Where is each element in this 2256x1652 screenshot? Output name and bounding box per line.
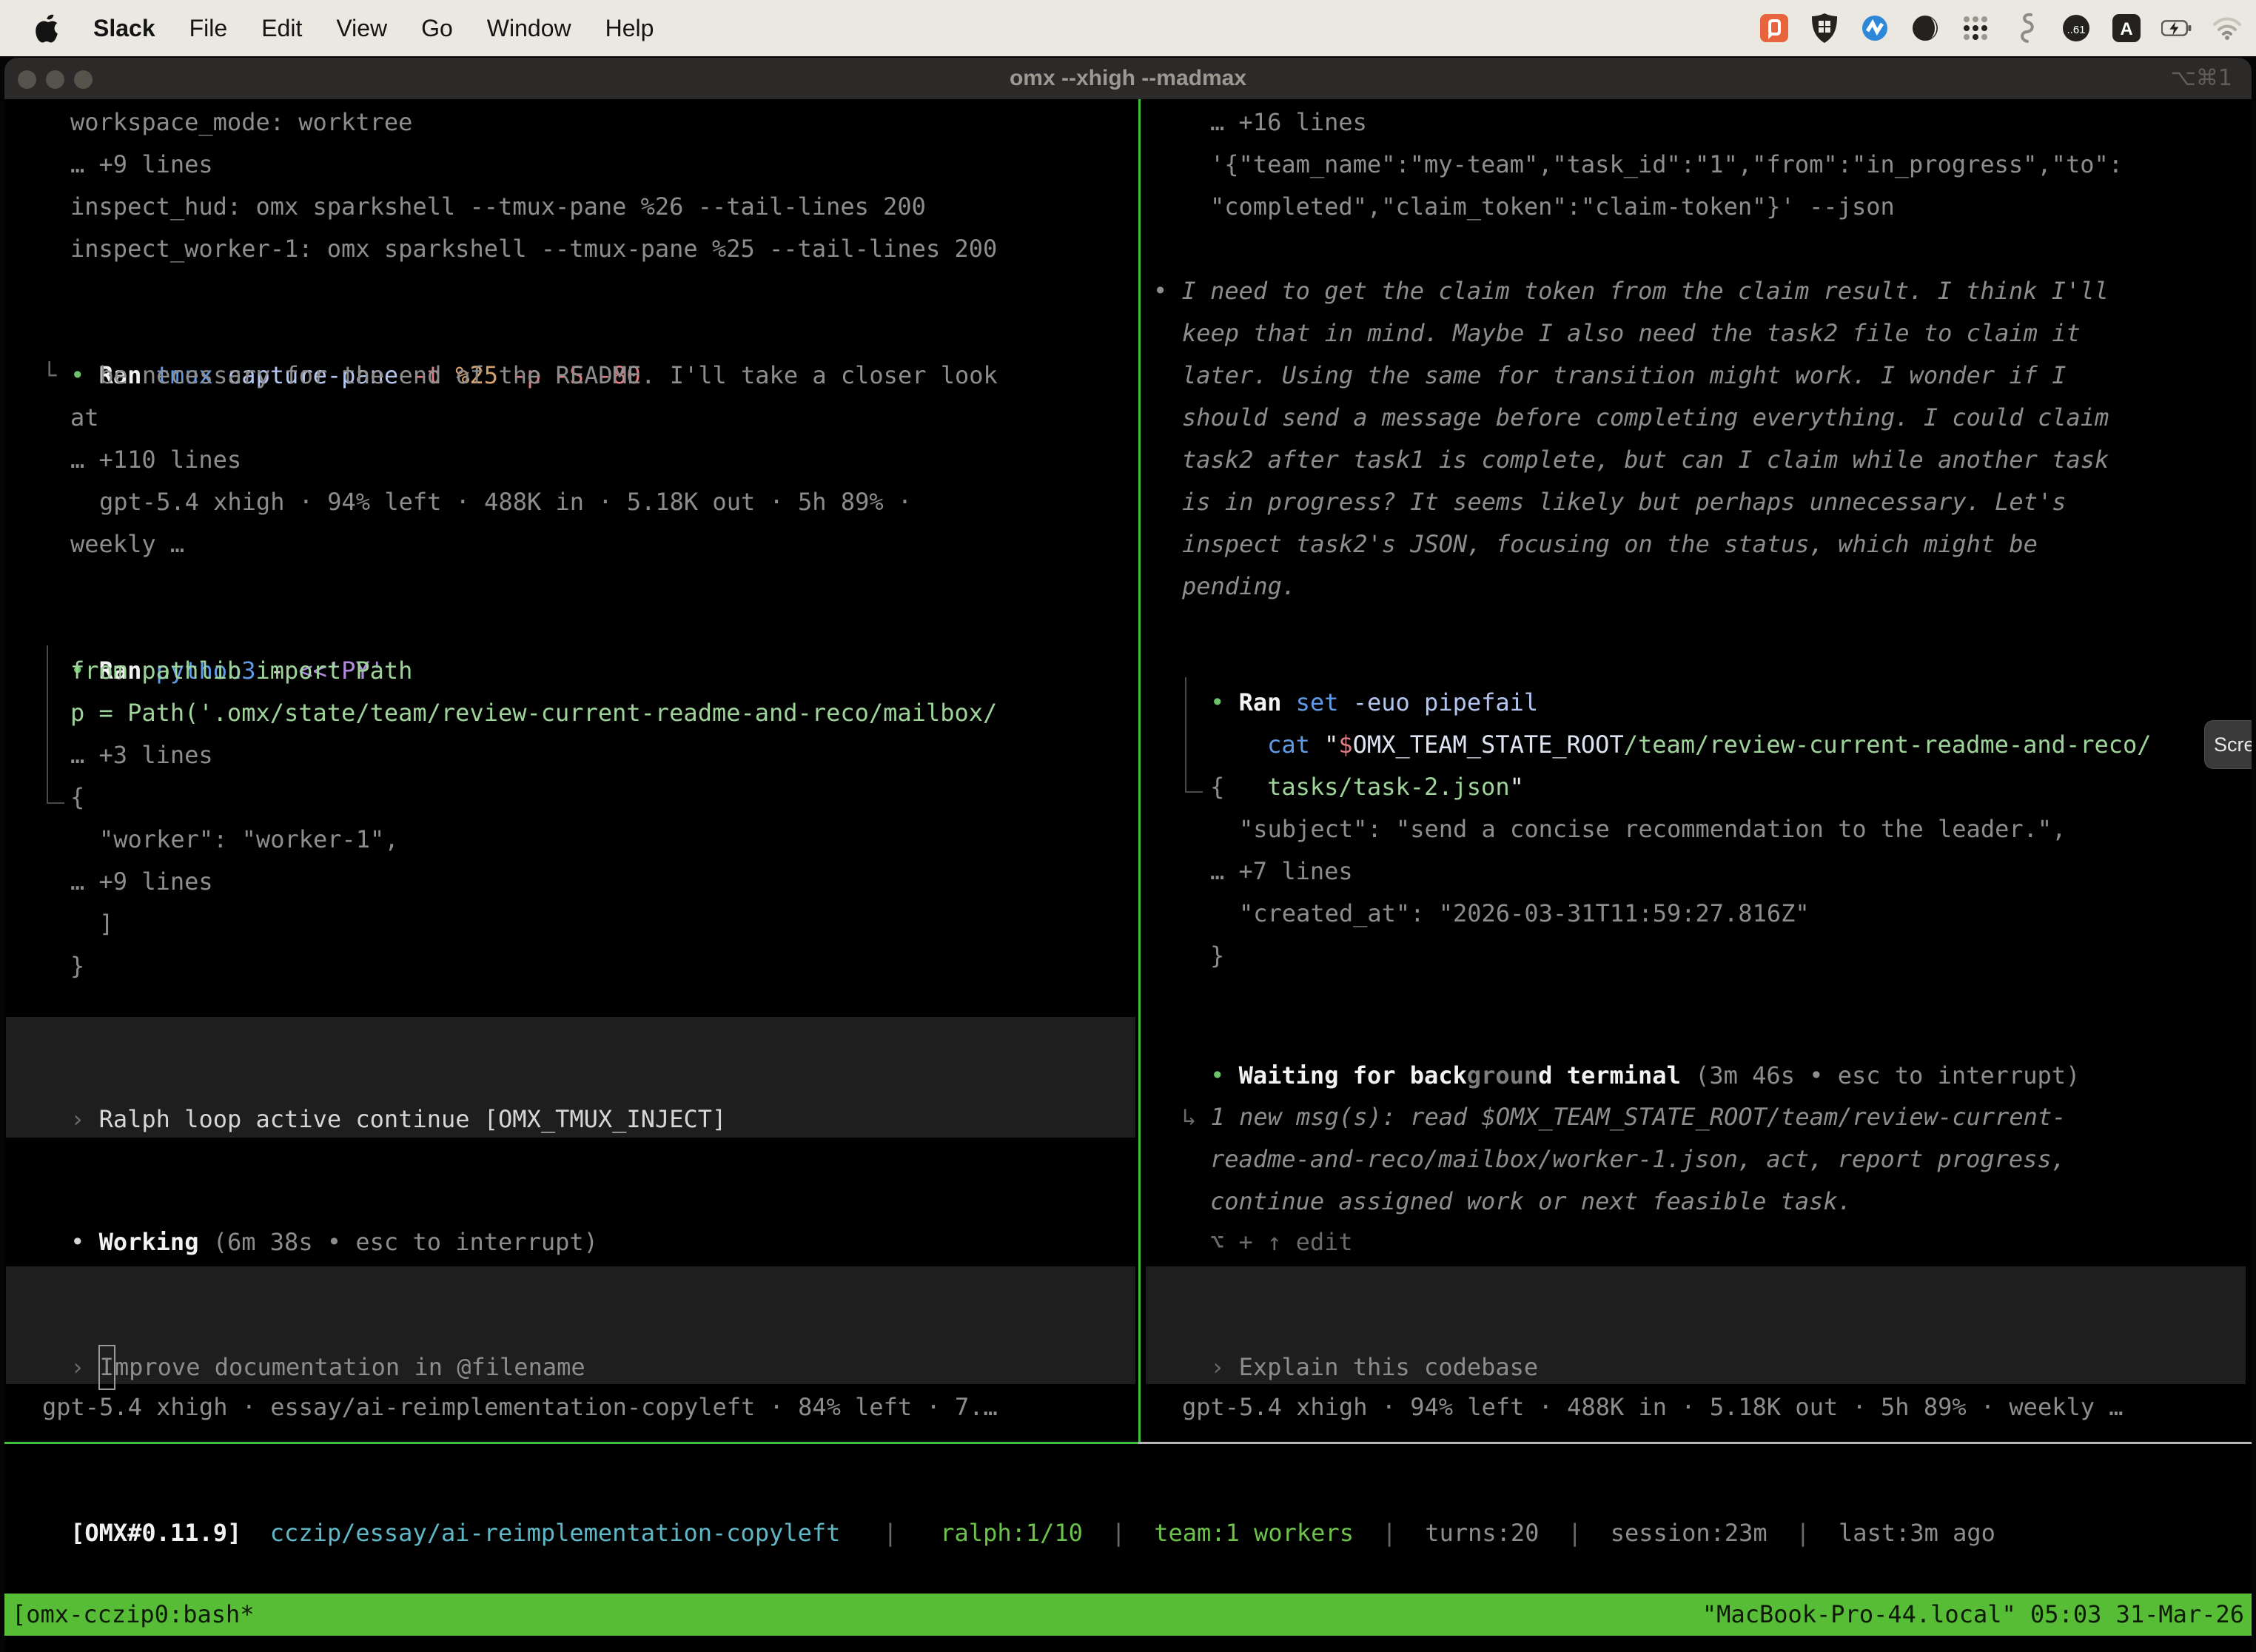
bullet-icon: • bbox=[1153, 277, 1182, 305]
output-line: { bbox=[1210, 766, 1224, 808]
menu-window[interactable]: Window bbox=[487, 15, 571, 42]
dot-grid-icon[interactable] bbox=[1960, 12, 1991, 44]
text-cursor: I bbox=[98, 1345, 115, 1390]
output-line: "created_at": "2026-03-31T11:59:27.816Z" bbox=[1239, 893, 1810, 935]
thinking-line: keep that in mind. Maybe I also need the… bbox=[1182, 312, 2081, 355]
macos-menu-bar: Slack File Edit View Go Window Help bbox=[0, 0, 2256, 56]
omx-session-time: session:23m bbox=[1611, 1519, 1767, 1547]
omx-project: cczip/essay/ai-reimplementation-copyleft bbox=[270, 1519, 841, 1547]
code-line: p = Path('.omx/state/team/review-current… bbox=[70, 692, 997, 734]
tmux-pane-border-bottom-left bbox=[4, 1442, 1138, 1444]
battery-percent-text: ..61 bbox=[2067, 24, 2085, 36]
collapsed-lines-indicator[interactable]: … +7 lines bbox=[1210, 850, 1353, 893]
battery-percent-badge[interactable]: ..61 bbox=[2061, 12, 2092, 44]
mailbox-note-line: readme-and-reco/mailbox/worker-1.json, a… bbox=[1210, 1138, 2066, 1181]
output-line: at bbox=[70, 397, 99, 439]
input-source-a-icon[interactable]: A bbox=[2111, 12, 2142, 44]
prompt-placeholder-left[interactable]: › Improve documentation in @filename bbox=[13, 1304, 585, 1346]
messaging-badge-icon[interactable] bbox=[1859, 12, 1890, 44]
command-line: • Ran python3 - <<'PY' bbox=[13, 608, 384, 650]
battery-charging-icon[interactable] bbox=[2161, 12, 2192, 44]
omx-status-line: [OMX#0.11.9] cczip/essay/ai-reimplementa… bbox=[13, 1470, 1995, 1512]
command-line: • Ran tmux capture-pane -t %25 -p -S -80 bbox=[13, 312, 641, 355]
output-line: { bbox=[70, 776, 84, 819]
thinking-line: pending. bbox=[1182, 565, 1296, 608]
prompt-chevron-icon: › bbox=[70, 1353, 99, 1381]
squiggle-icon[interactable] bbox=[2010, 12, 2041, 44]
bullet-icon: • bbox=[70, 1228, 99, 1256]
output-line: '{"team_name":"my-team","task_id":"1","f… bbox=[1210, 144, 2123, 186]
thinking-line: later. Using the same for transition mig… bbox=[1182, 355, 2066, 397]
prompt-chevron-icon: › bbox=[1210, 1353, 1239, 1381]
collapsed-lines-indicator[interactable]: … +16 lines bbox=[1210, 101, 1367, 144]
code-line: tasks/task-2.json" bbox=[1210, 724, 1524, 766]
ralph-notice-line: › Ralph loop active continue [OMX_TMUX_I… bbox=[13, 1056, 726, 1098]
command-line: • Ran set -euo pipefail bbox=[1153, 639, 1538, 682]
menu-view[interactable]: View bbox=[336, 15, 387, 42]
tmux-status-bar: [omx-cczip0:bash* "MacBook-Pro-44.local"… bbox=[4, 1594, 2252, 1636]
window-title-bar: omx --xhigh --madmax ⌥⌘1 bbox=[4, 58, 2252, 99]
output-line: gpt-5.4 xhigh · 94% left · 488K in · 5.1… bbox=[99, 481, 912, 523]
screen: Slack File Edit View Go Window Help bbox=[0, 0, 2256, 1652]
code-line: from pathlib import Path bbox=[70, 650, 412, 692]
window-shortcut-hint: ⌥⌘1 bbox=[2170, 58, 2232, 99]
omx-version: [OMX#0.11.9] bbox=[70, 1519, 241, 1547]
wifi-icon[interactable] bbox=[2212, 12, 2243, 44]
mailbox-note-line: continue assigned work or next feasible … bbox=[1210, 1181, 1852, 1223]
code-line: cat "$OMX_TEAM_STATE_ROOT/team/review-cu… bbox=[1210, 682, 2152, 724]
tmux-window-label[interactable]: [omx-cczip0:bash* bbox=[12, 1594, 255, 1636]
output-line: inspect_worker-1: omx sparkshell --tmux-… bbox=[70, 228, 997, 270]
window-title: omx --xhigh --madmax bbox=[4, 58, 2252, 99]
thinking-line: inspect task2's JSON, focusing on the st… bbox=[1182, 523, 2038, 565]
collapsed-lines-indicator[interactable]: … +3 lines bbox=[70, 734, 213, 776]
output-line: inspect_hud: omx sparkshell --tmux-pane … bbox=[70, 186, 926, 228]
output-line: } bbox=[70, 945, 84, 987]
menu-app-name[interactable]: Slack bbox=[93, 15, 155, 42]
thinking-line: task2 after task1 is complete, but can I… bbox=[1182, 439, 2109, 481]
menu-bar-status-tray: ..61 A bbox=[1759, 12, 2243, 44]
output-line: ] bbox=[99, 903, 113, 945]
output-line: "subject": "send a concise recommendatio… bbox=[1239, 808, 2066, 850]
mailbox-note-line: ↳ 1 new msg(s): read $OMX_TEAM_STATE_ROO… bbox=[1182, 1096, 2066, 1138]
collapsed-lines-indicator[interactable]: … +9 lines bbox=[70, 144, 213, 186]
omx-last-activity: last:3m ago bbox=[1839, 1519, 1995, 1547]
arrow-down-right-icon: ↳ bbox=[1182, 1103, 1211, 1131]
output-line: └ be necessary for the end of the README… bbox=[42, 355, 998, 397]
thinking-line: is in progress? It seems likely but perh… bbox=[1182, 481, 2066, 523]
menu-go[interactable]: Go bbox=[421, 15, 453, 42]
collapsed-lines-indicator[interactable]: … +9 lines bbox=[70, 861, 213, 903]
output-line: "completed","claim_token":"claim-token"}… bbox=[1210, 186, 1895, 228]
shield-grid-icon[interactable] bbox=[1809, 12, 1840, 44]
output-line: workspace_mode: worktree bbox=[70, 101, 412, 144]
thinking-line: • I need to get the claim token from the… bbox=[1153, 270, 2109, 312]
corner-connector-icon: └ bbox=[42, 361, 99, 389]
menu-help[interactable]: Help bbox=[605, 15, 654, 42]
bullet-icon: • bbox=[1210, 1061, 1239, 1089]
prompt-placeholder-right[interactable]: › Explain this codebase bbox=[1153, 1304, 1538, 1346]
chevron-icon: › bbox=[70, 1105, 99, 1133]
tmux-pane-border-bottom-right bbox=[1138, 1442, 2252, 1444]
pie-circle-icon[interactable] bbox=[1910, 12, 1941, 44]
apple-menu-icon[interactable] bbox=[33, 13, 59, 44]
screen-record-icon[interactable] bbox=[1759, 12, 1790, 44]
svg-text:A: A bbox=[2120, 19, 2132, 39]
output-line: weekly … bbox=[70, 523, 184, 565]
menu-file[interactable]: File bbox=[189, 15, 228, 42]
edit-shortcut-hint: ⌥ + ↑ edit bbox=[1210, 1221, 1353, 1263]
output-line: "worker": "worker-1", bbox=[99, 819, 399, 861]
output-line: } bbox=[1210, 935, 1224, 977]
tmux-pane-divider-vertical[interactable] bbox=[1138, 99, 1141, 1442]
collapsed-lines-indicator[interactable]: … +110 lines bbox=[70, 439, 241, 481]
model-status-line-left: gpt-5.4 xhigh · essay/ai-reimplementatio… bbox=[42, 1386, 998, 1428]
tmux-host-clock: "MacBook-Pro-44.local" 05:03 31-Mar-26 bbox=[1702, 1594, 2244, 1636]
screenshot-toast[interactable]: Scre bbox=[2204, 720, 2252, 769]
waiting-status-line: • Waiting for background terminal (3m 46… bbox=[1153, 1013, 2080, 1055]
working-status-line: • Working (6m 38s • esc to interrupt) bbox=[13, 1179, 598, 1221]
omx-ralph-counter: ralph:1/10 bbox=[940, 1519, 1083, 1547]
omx-team-workers: team:1 workers bbox=[1154, 1519, 1354, 1547]
thinking-line: should send a message before completing … bbox=[1182, 397, 2109, 439]
omx-turns: turns:20 bbox=[1425, 1519, 1539, 1547]
model-status-line-right: gpt-5.4 xhigh · 94% left · 488K in · 5.1… bbox=[1182, 1386, 2124, 1428]
menu-edit[interactable]: Edit bbox=[261, 15, 302, 42]
